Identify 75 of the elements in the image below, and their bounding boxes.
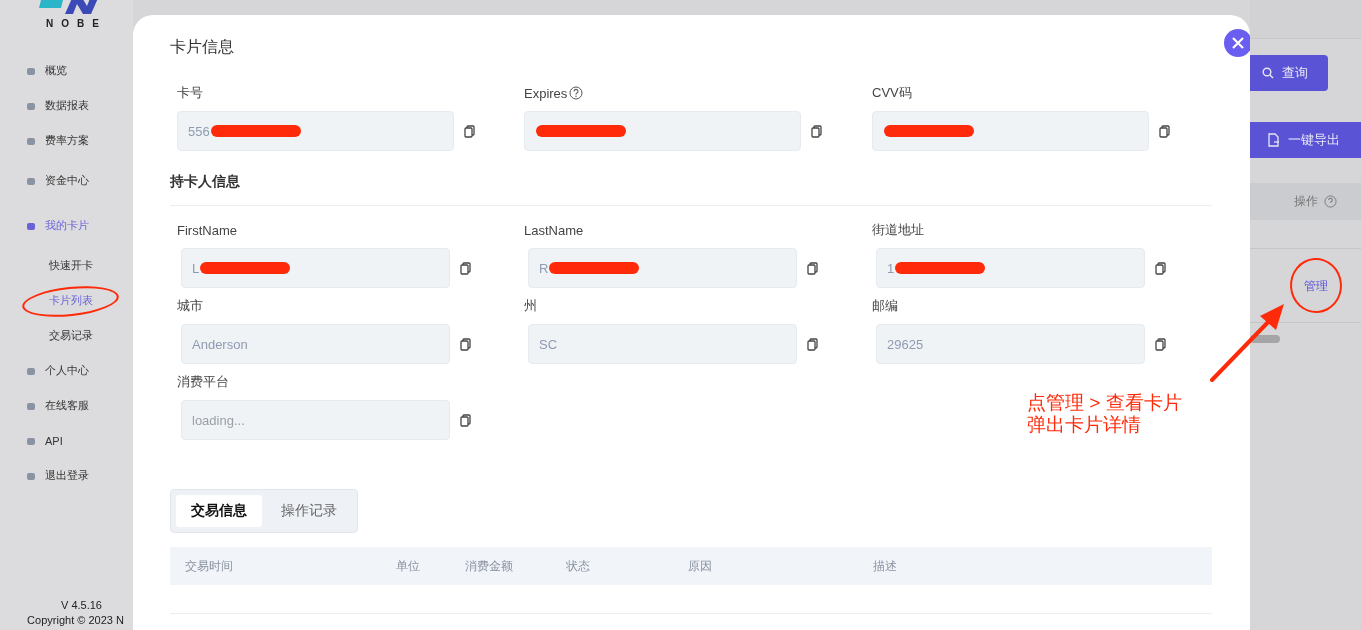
copy-icon[interactable] xyxy=(807,337,818,351)
field-label: 消费平台 xyxy=(177,373,229,391)
field-label: CVV码 xyxy=(872,84,912,102)
copy-icon[interactable] xyxy=(811,124,822,138)
input-field[interactable]: 1 xyxy=(876,248,1145,288)
copy-icon[interactable] xyxy=(464,124,475,138)
menu-icon xyxy=(26,400,36,411)
annotation-text: 点管理 > 查看卡片 xyxy=(1027,392,1182,414)
input-field[interactable]: R xyxy=(528,248,797,288)
menu-item[interactable]: 我的卡片 xyxy=(0,203,93,248)
field-label: 卡号 xyxy=(177,84,203,102)
copy-icon[interactable] xyxy=(460,413,471,427)
copy-icon[interactable] xyxy=(1159,124,1170,138)
menu-icon xyxy=(26,175,36,186)
field-label: 邮编 xyxy=(872,297,898,315)
input-field[interactable] xyxy=(872,111,1149,151)
export-button[interactable]: 一键导出 xyxy=(1250,122,1361,158)
scrollbar-thumb[interactable] xyxy=(1250,335,1280,343)
menu-item[interactable]: 费率方案 xyxy=(0,123,93,158)
menu-icon xyxy=(26,65,36,76)
column-header: 单位 xyxy=(396,557,421,575)
input-field[interactable]: Anderson xyxy=(181,324,450,364)
menu-item[interactable]: 概览 xyxy=(0,53,71,88)
menu-icon xyxy=(26,365,36,376)
column-header: 消费金额 xyxy=(465,557,514,575)
close-button[interactable] xyxy=(1224,29,1250,57)
copy-icon[interactable] xyxy=(1155,261,1166,275)
menu-icon xyxy=(26,470,36,481)
submenu-item[interactable]: 卡片列表 xyxy=(0,283,97,318)
input-field[interactable]: 29625 xyxy=(876,324,1145,364)
copy-icon[interactable] xyxy=(460,337,471,351)
section-title: 持卡人信息 xyxy=(170,173,1212,206)
submenu-item[interactable]: 交易记录 xyxy=(0,318,97,353)
field-label: LastName xyxy=(524,222,584,238)
annotation-text: 弹出卡片详情 xyxy=(1027,414,1142,436)
help-icon xyxy=(1324,195,1337,208)
manage-link[interactable]: 管理 xyxy=(1303,279,1328,293)
version-text: V 4.5.16 xyxy=(60,599,102,611)
input-field[interactable] xyxy=(524,111,801,151)
field-label: Expires xyxy=(524,85,568,101)
column-header: 原因 xyxy=(688,557,713,575)
copy-icon[interactable] xyxy=(807,261,818,275)
copy-icon[interactable] xyxy=(1155,337,1166,351)
menu-icon xyxy=(26,435,36,446)
logo-text: NOBE xyxy=(46,18,107,29)
menu-icon xyxy=(26,220,36,231)
tab[interactable]: 交易信息 xyxy=(176,495,262,527)
menu-item[interactable]: 个人中心 xyxy=(0,353,93,388)
field-label: 城市 xyxy=(177,297,203,315)
menu-item[interactable]: 在线客服 xyxy=(0,388,93,423)
file-export-icon xyxy=(1268,133,1280,147)
submenu-item[interactable]: 快速开卡 xyxy=(0,248,97,283)
field-label: 街道地址 xyxy=(872,221,924,239)
search-button[interactable]: 查询 xyxy=(1250,55,1328,91)
copy-icon[interactable] xyxy=(460,261,471,275)
menu-item[interactable]: 资金中心 xyxy=(0,158,93,203)
menu-icon xyxy=(26,100,36,111)
column-header: 状态 xyxy=(566,557,591,575)
tab[interactable]: 操作记录 xyxy=(266,495,352,527)
column-header: 交易时间 xyxy=(185,557,234,575)
field-label: FirstName xyxy=(177,222,237,238)
search-icon xyxy=(1262,67,1274,79)
menu-item[interactable]: 数据报表 xyxy=(0,88,93,123)
field-label: 州 xyxy=(524,297,537,315)
menu-item[interactable]: API xyxy=(0,423,67,458)
column-header: 描述 xyxy=(873,557,898,575)
dialog-title: 卡片信息 xyxy=(170,37,235,57)
copyright-text: Copyright © 2023 N xyxy=(26,614,124,626)
menu-icon xyxy=(26,135,36,146)
close-icon xyxy=(1232,37,1244,49)
input-field[interactable]: 556 xyxy=(177,111,454,151)
input-field[interactable]: L xyxy=(181,248,450,288)
input-field[interactable]: SC xyxy=(528,324,797,364)
column-header: 操作 xyxy=(1294,193,1318,210)
menu-item[interactable]: 退出登录 xyxy=(0,458,93,493)
